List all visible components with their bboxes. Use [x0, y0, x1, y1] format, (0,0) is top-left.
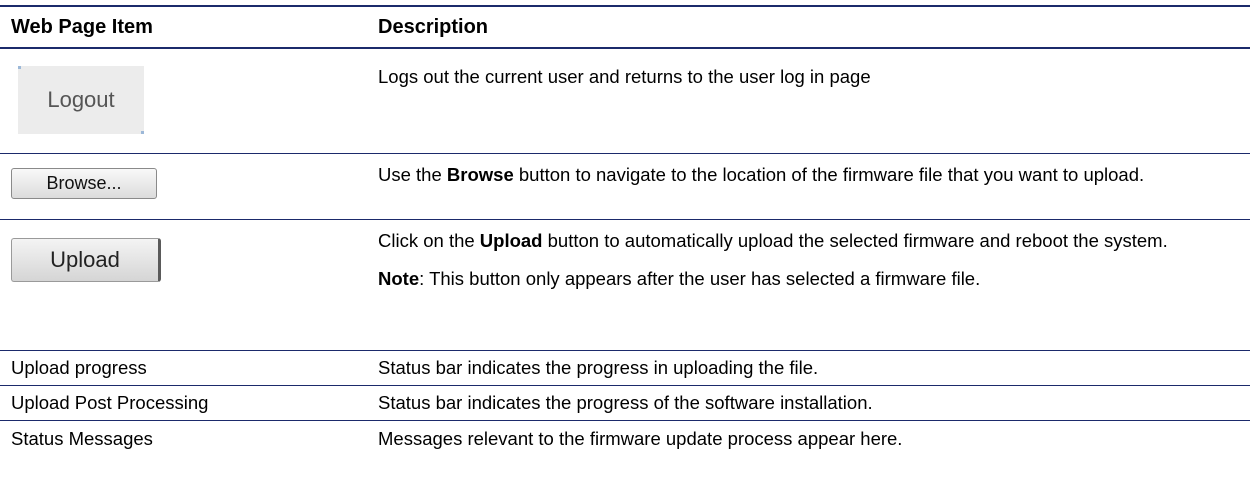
- logout-button[interactable]: Logout: [18, 66, 144, 134]
- upload-button[interactable]: Upload: [11, 238, 161, 282]
- upload-description: Click on the Upload button to automatica…: [378, 220, 1250, 350]
- browse-bold-label: Browse: [446, 164, 514, 185]
- upload-post-processing-description: Status bar indicates the progress of the…: [378, 392, 873, 413]
- web-page-items-table: Web Page Item Description Logout Logs ou…: [0, 5, 1250, 456]
- table-row-upload: Upload Click on the Upload button to aut…: [0, 220, 1250, 351]
- upload-progress-description: Status bar indicates the progress in upl…: [378, 357, 819, 378]
- upload-bold-label: Upload: [479, 230, 543, 251]
- logout-description: Logs out the current user and returns to…: [378, 66, 871, 87]
- table-row: Upload Post Processing Status bar indica…: [0, 386, 1250, 421]
- table-header: Web Page Item Description: [0, 5, 1250, 49]
- header-web-page-item: Web Page Item: [11, 15, 153, 38]
- table-row-logout: Logout Logs out the current user and ret…: [0, 49, 1250, 154]
- item-upload-post-processing: Upload Post Processing: [11, 392, 209, 413]
- browse-button[interactable]: Browse...: [11, 168, 157, 199]
- table-row: Upload progress Status bar indicates the…: [0, 351, 1250, 386]
- browse-description: Use the Browse button to navigate to the…: [378, 164, 1145, 185]
- header-description: Description: [378, 15, 489, 38]
- status-messages-description: Messages relevant to the firmware update…: [378, 427, 903, 449]
- item-status-messages: Status Messages: [11, 427, 153, 449]
- table-row-browse: Browse... Use the Browse button to navig…: [0, 154, 1250, 220]
- upload-note: Note: This button only appears after the…: [378, 268, 981, 289]
- table-row: Status Messages Messages relevant to the…: [0, 421, 1250, 456]
- item-upload-progress: Upload progress: [11, 357, 147, 378]
